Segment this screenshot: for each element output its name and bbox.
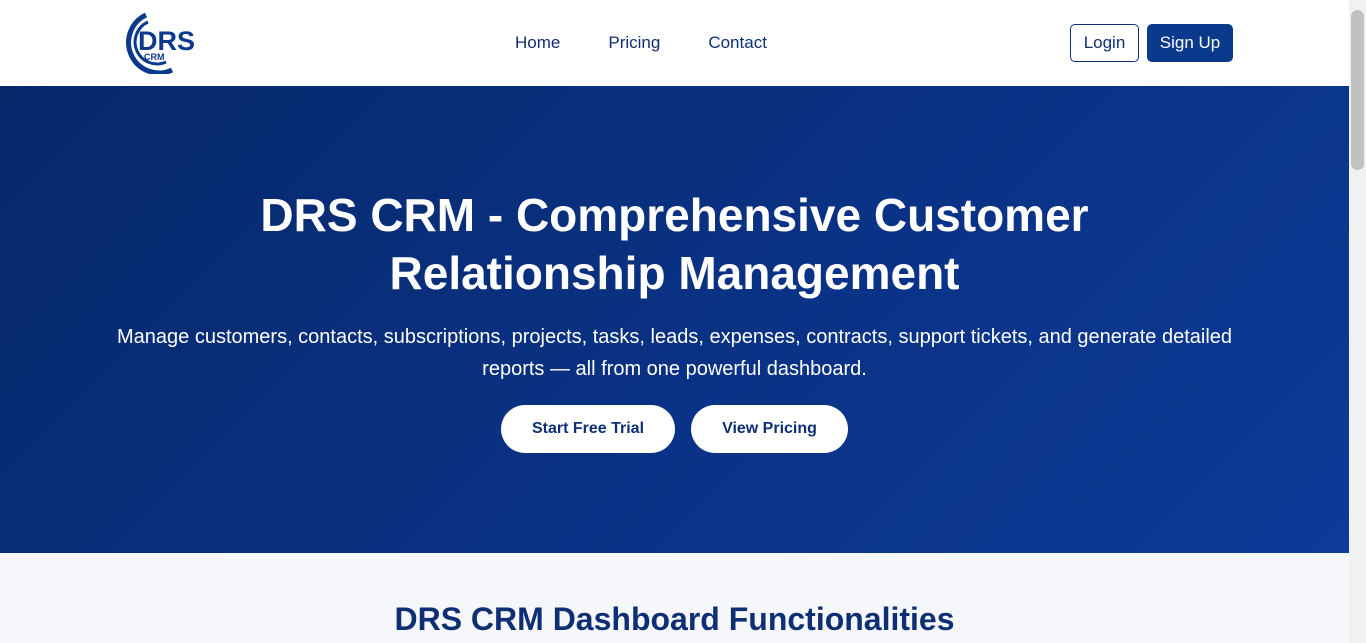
scrollbar-thumb[interactable]: [1351, 10, 1364, 170]
hero-section: DRS CRM - Comprehensive Customer Relatio…: [0, 86, 1349, 553]
main-nav: Home Pricing Contact: [515, 33, 767, 53]
hero-cta-group: Start Free Trial View Pricing: [501, 405, 848, 453]
drs-crm-logo[interactable]: DRS CRM: [116, 12, 204, 76]
navbar: DRS CRM Home Pricing Contact Login Sign …: [0, 0, 1349, 86]
nav-pricing-link[interactable]: Pricing: [608, 33, 660, 53]
hero-title: DRS CRM - Comprehensive Customer Relatio…: [260, 189, 1089, 299]
vertical-scrollbar[interactable]: [1349, 0, 1366, 643]
hero-subtitle: Manage customers, contacts, subscription…: [116, 326, 1233, 380]
nav-contact-link[interactable]: Contact: [708, 33, 767, 53]
login-button[interactable]: Login: [1070, 24, 1139, 62]
view-pricing-button[interactable]: View Pricing: [691, 405, 848, 453]
signup-button[interactable]: Sign Up: [1147, 24, 1233, 62]
svg-text:CRM: CRM: [144, 52, 165, 62]
features-section: DRS CRM Dashboard Functionalities: [0, 553, 1349, 643]
page: DRS CRM Home Pricing Contact Login Sign …: [0, 0, 1349, 643]
nav-home-link[interactable]: Home: [515, 33, 560, 53]
features-title: DRS CRM Dashboard Functionalities: [394, 601, 955, 637]
start-free-trial-button[interactable]: Start Free Trial: [501, 405, 675, 453]
